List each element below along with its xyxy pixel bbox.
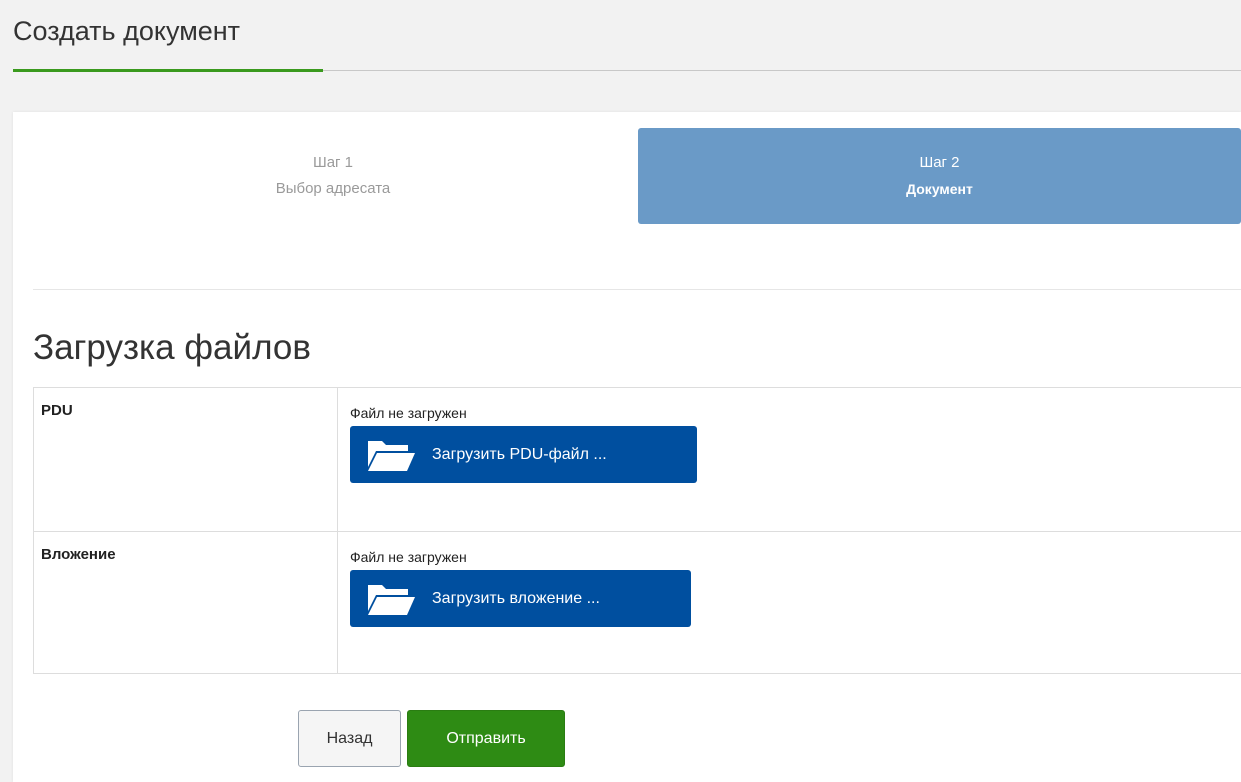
file-status: Файл не загружен — [350, 405, 467, 421]
step-name: Документ — [906, 181, 973, 197]
step-name: Выбор адресата — [275, 180, 391, 197]
file-value-cell: Файл не загружен Загрузить PDU-файл ... — [337, 387, 1241, 532]
file-value-cell: Файл не загружен Загрузить вложение ... — [337, 531, 1241, 674]
upload-button-label: Загрузить вложение ... — [432, 589, 600, 607]
step-number: Шаг 2 — [919, 154, 960, 171]
upload-pdu-button[interactable]: Загрузить PDU-файл ... — [350, 426, 697, 483]
page-title: Создать документ — [13, 16, 241, 46]
section-title: Загрузка файлов — [33, 328, 311, 367]
file-label: Вложение — [33, 531, 338, 674]
folder-icon — [368, 584, 415, 615]
table-row: Вложение Файл не загружен Загрузить влож… — [33, 531, 1241, 674]
back-button[interactable]: Назад — [298, 710, 401, 767]
header-accent-bar — [13, 69, 323, 72]
submit-button[interactable]: Отправить — [407, 710, 565, 767]
page-header: Создать документ — [0, 0, 1241, 90]
file-status: Файл не загружен — [350, 549, 467, 565]
step-2-active[interactable]: Шаг 2 Документ — [638, 128, 1241, 224]
upload-button-label: Загрузить PDU-файл ... — [432, 445, 607, 463]
section-divider — [33, 289, 1241, 290]
wizard-steps: Шаг 1 Выбор адресата Шаг 2 Документ — [33, 128, 1241, 224]
file-label: PDU — [33, 387, 338, 532]
step-1[interactable]: Шаг 1 Выбор адресата — [33, 128, 633, 224]
table-row: PDU Файл не загружен Загрузить PDU-файл … — [33, 387, 1241, 532]
files-table: PDU Файл не загружен Загрузить PDU-файл … — [33, 387, 1241, 674]
document-card: Шаг 1 Выбор адресата Шаг 2 Документ Загр… — [13, 112, 1241, 782]
folder-icon — [368, 440, 415, 471]
upload-attachment-button[interactable]: Загрузить вложение ... — [350, 570, 691, 627]
step-number: Шаг 1 — [312, 154, 354, 171]
